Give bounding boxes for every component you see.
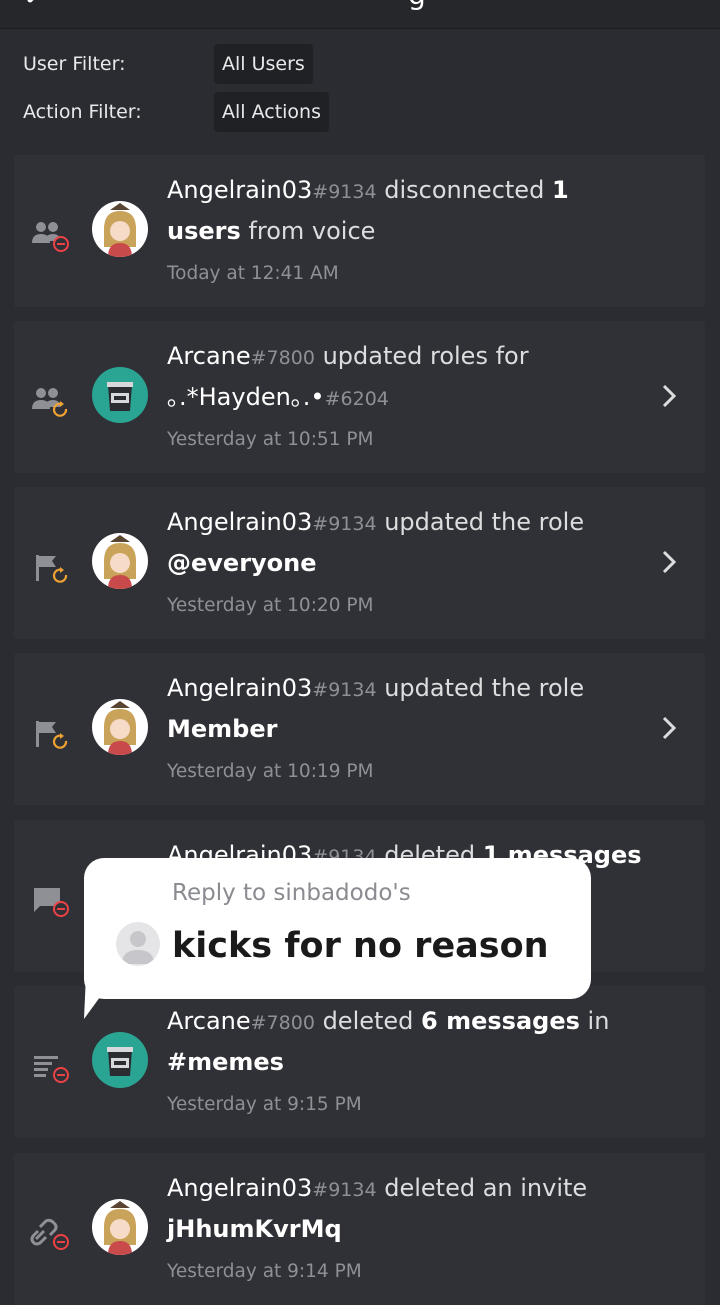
timestamp: Yesterday at 10:20 PM <box>167 595 374 616</box>
entry-text: Angelrain03#9134 updated the role @every… <box>167 503 647 583</box>
role-update-icon <box>36 721 68 749</box>
target-discriminator: #6204 <box>324 388 389 410</box>
action-text: disconnected <box>384 176 545 204</box>
discriminator: #9134 <box>312 181 377 203</box>
chevron-right-icon[interactable] <box>658 549 680 575</box>
action-filter-select[interactable]: All Actions <box>214 92 329 132</box>
avatar[interactable] <box>92 699 148 755</box>
entry-text: Angelrain03#9134 disconnected 1 users fr… <box>167 171 647 251</box>
action-suffix: from voice <box>248 217 376 245</box>
bulk-message-delete-icon <box>34 1056 69 1083</box>
discriminator: #9134 <box>312 513 377 535</box>
timestamp: Today at 12:41 AM <box>167 263 339 284</box>
avatar[interactable] <box>92 1199 148 1255</box>
member-role-update-icon <box>32 388 68 417</box>
discriminator: #7800 <box>250 347 315 369</box>
role-update-icon <box>36 555 68 583</box>
commenter-avatar <box>116 922 160 966</box>
message-count: 6 messages <box>421 1007 580 1035</box>
chevron-right-icon[interactable] <box>658 715 680 741</box>
entry-text: Angelrain03#9134 deleted an invite jHhum… <box>167 1169 647 1249</box>
entry-text: Arcane#7800 deleted 6 messages in #memes <box>167 1002 647 1082</box>
page-title: g <box>408 0 426 11</box>
reply-comment-text: kicks for no reason <box>172 926 549 966</box>
action-middle: in <box>587 1007 610 1035</box>
timestamp: Yesterday at 10:19 PM <box>167 761 374 782</box>
role-name: Member <box>167 715 278 743</box>
avatar[interactable] <box>92 1032 148 1088</box>
avatar[interactable] <box>92 533 148 589</box>
action-text: deleted <box>322 1007 414 1035</box>
timestamp: Yesterday at 9:14 PM <box>167 1261 362 1282</box>
audit-log-entry[interactable]: Angelrain03#9134 disconnected 1 users fr… <box>14 155 705 307</box>
reply-to-label: Reply to sinbadodo's <box>172 880 411 906</box>
member-disconnect-icon <box>32 222 69 252</box>
message-delete-icon <box>34 888 69 917</box>
invite-code: jHhumKvrMq <box>167 1215 342 1243</box>
discriminator: #7800 <box>250 1012 315 1034</box>
target-user[interactable]: ｡.*Hayden｡.• <box>167 383 325 411</box>
user-filter-label: User Filter: <box>23 53 126 75</box>
action-filter-label: Action Filter: <box>23 101 142 123</box>
top-bar: g <box>0 0 720 29</box>
invite-delete-icon <box>30 1218 69 1250</box>
action-text: updated the role <box>384 674 585 702</box>
entry-text: Arcane#7800 updated roles for ｡.*Hayden｡… <box>167 337 647 419</box>
entry-text: Angelrain03#9134 updated the role Member <box>167 669 647 749</box>
username[interactable]: Angelrain03 <box>167 176 312 204</box>
username[interactable]: Arcane <box>167 1007 251 1035</box>
timestamp: Yesterday at 10:51 PM <box>167 429 374 450</box>
user-filter-select[interactable]: All Users <box>214 44 313 84</box>
action-text: deleted an invite <box>384 1174 588 1202</box>
back-arrow-icon[interactable] <box>22 0 52 8</box>
reply-bubble[interactable]: Reply to sinbadodo's kicks for no reason <box>84 858 591 999</box>
role-name: @everyone <box>167 549 317 577</box>
action-text: updated roles for <box>322 342 529 370</box>
username[interactable]: Arcane <box>167 342 251 370</box>
audit-log-entry[interactable]: Arcane#7800 updated roles for ｡.*Hayden｡… <box>14 321 705 473</box>
audit-log-entry[interactable]: Angelrain03#9134 updated the role Member… <box>14 653 705 805</box>
username[interactable]: Angelrain03 <box>167 508 312 536</box>
timestamp: Yesterday at 9:15 PM <box>167 1094 362 1115</box>
username[interactable]: Angelrain03 <box>167 674 312 702</box>
audit-log-entry[interactable]: Angelrain03#9134 updated the role @every… <box>14 487 705 639</box>
action-text: updated the role <box>384 508 585 536</box>
chevron-right-icon[interactable] <box>658 383 680 409</box>
discriminator: #9134 <box>312 679 377 701</box>
discriminator: #9134 <box>312 1179 377 1201</box>
avatar[interactable] <box>92 201 148 257</box>
avatar[interactable] <box>92 367 148 423</box>
audit-log-entry[interactable]: Angelrain03#9134 deleted an invite jHhum… <box>14 1153 705 1305</box>
channel-name[interactable]: #memes <box>167 1048 284 1076</box>
username[interactable]: Angelrain03 <box>167 1174 312 1202</box>
